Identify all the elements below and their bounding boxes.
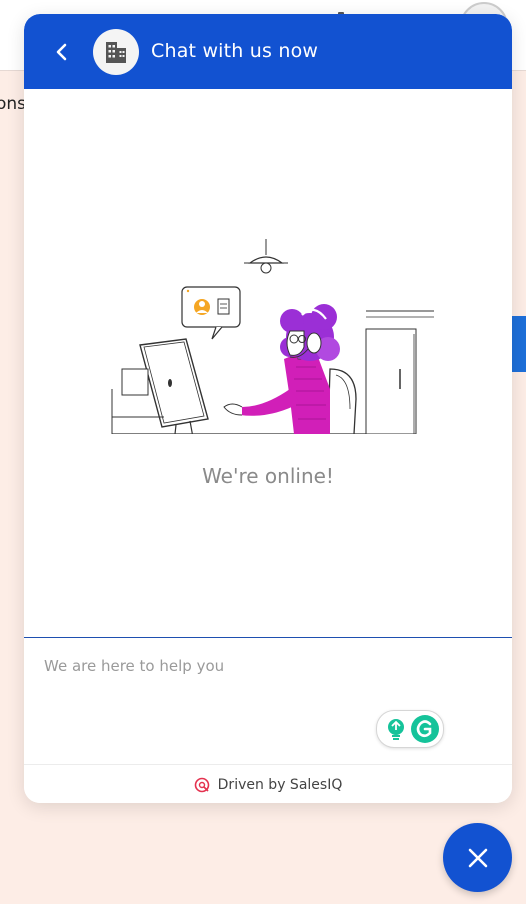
support-agent-illustration [111, 239, 434, 434]
grammarly-icon[interactable] [410, 714, 440, 744]
grammarly-widget[interactable] [376, 710, 444, 748]
message-input[interactable] [42, 652, 386, 680]
lightbulb-icon[interactable] [383, 716, 409, 742]
building-icon [106, 42, 126, 63]
chat-title: Chat with us now [151, 40, 319, 62]
back-button[interactable] [46, 36, 78, 68]
side-feedback-tab[interactable] [512, 316, 526, 372]
chat-window: Chat with us now We're online! We are he… [24, 14, 512, 803]
message-composer [24, 637, 512, 764]
close-icon [468, 848, 487, 867]
chevron-left-icon [56, 43, 67, 61]
chat-header: Chat with us now [24, 14, 512, 89]
footer-text: Driven by SalesIQ [217, 776, 343, 793]
salesiq-logo-icon [194, 777, 209, 792]
powered-by-footer[interactable]: Driven by SalesIQ [24, 764, 512, 803]
online-status-text: We're online! [202, 464, 334, 488]
operator-avatar [93, 29, 139, 75]
close-chat-button[interactable] [443, 823, 512, 892]
background-text: ons [0, 94, 27, 114]
